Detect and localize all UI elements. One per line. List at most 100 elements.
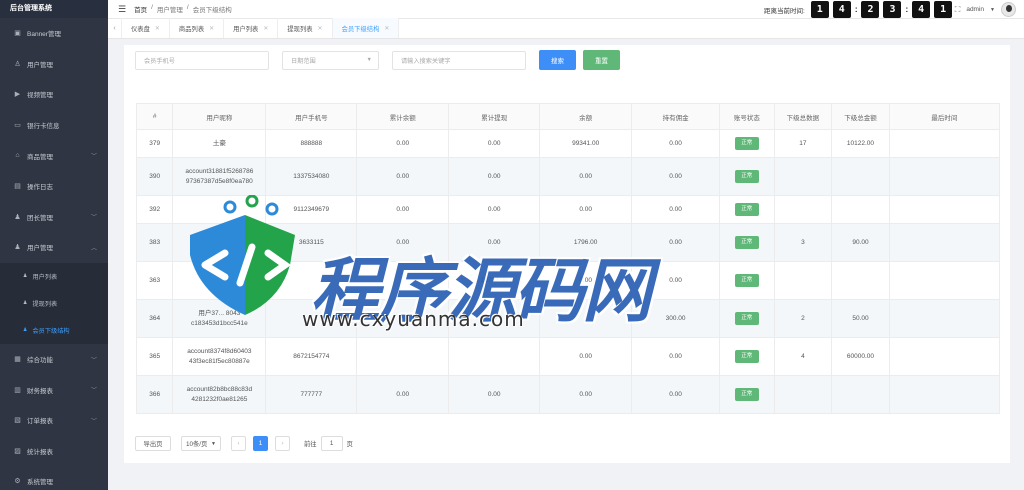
countdown: 距离当前时间: 1 4 : 2 3 : 4 1 (764, 1, 953, 18)
sidebar-item-label: 财务报表 (27, 387, 53, 395)
sidebar-item[interactable]: ♟ 团长管理 ﹀ (0, 202, 108, 233)
table-row[interactable]: 363 10733.00 0.00 0.00 正常 (135, 261, 1001, 300)
user-name[interactable]: admin (966, 6, 984, 13)
sidebar-item[interactable]: ▣ Banner管理 (0, 18, 108, 49)
search-button[interactable]: 搜索 (539, 50, 576, 70)
goto-page-input[interactable]: 1 (320, 436, 343, 451)
table-cell: 0.00 (448, 129, 541, 158)
person-icon: ♟ (23, 300, 28, 307)
table-cell (448, 337, 541, 376)
status-badge[interactable]: 正常 (734, 137, 759, 150)
sidebar-subitem[interactable]: ♟ 提现列表 (0, 289, 108, 317)
sidebar-item[interactable]: ▦ 综合功能 ﹀ (0, 344, 108, 375)
next-page-button[interactable]: › (275, 436, 290, 451)
tab[interactable]: 提现列表 ✕ (278, 18, 333, 38)
column-header: 持有佣金 (631, 103, 721, 130)
date-range-value: 日期范围 (291, 57, 316, 65)
table-cell: 50.00 (831, 299, 890, 338)
table-cell (831, 157, 890, 196)
reset-button[interactable]: 重置 (583, 50, 620, 70)
table-cell (888, 223, 1001, 262)
close-icon[interactable]: ✕ (209, 25, 214, 32)
user-icon: ♙ (14, 60, 21, 68)
keyword-input[interactable]: 请输入搜索关键字 (392, 50, 526, 70)
sidebar-item[interactable]: ▭ 银行卡信息 (0, 110, 108, 141)
gear-icon: ⚙ (14, 478, 21, 486)
close-icon[interactable]: ✕ (155, 25, 160, 32)
countdown-label: 距离当前时间: (764, 7, 805, 15)
column-header: 余额 (539, 103, 633, 130)
status-badge[interactable]: 正常 (734, 350, 759, 363)
sidebar-subitem[interactable]: ♟ 用户列表 (0, 262, 108, 290)
tab-label: 会员下级结构 (341, 25, 380, 33)
close-icon[interactable]: ✕ (263, 25, 268, 32)
status-badge[interactable]: 正常 (734, 203, 759, 216)
table-cell (888, 261, 1001, 300)
status-cell: 正常 (719, 129, 775, 158)
column-header: # (135, 103, 174, 130)
avatar[interactable] (1001, 2, 1016, 17)
page-size-select[interactable]: 10条/页 ▼ (181, 436, 221, 451)
table-cell (265, 299, 358, 338)
sidebar-item[interactable]: ♙ 用户管理 (0, 49, 108, 80)
sidebar-item[interactable]: ♟ 用户管理 ︿ (0, 232, 108, 263)
table-row[interactable]: 365 account8374f8d60403 43f3ec81f5ec80887… (135, 337, 1001, 376)
table-cell: 0.00 (631, 129, 721, 158)
status-badge[interactable]: 正常 (734, 170, 759, 183)
export-button[interactable]: 导出页 (135, 436, 171, 451)
tab-label: 提现列表 (287, 25, 313, 33)
sidebar-item[interactable]: ⌂ 商品管理 ﹀ (0, 140, 108, 171)
menu-toggle-icon[interactable]: ☰ (118, 4, 126, 15)
sidebar-item[interactable]: ▧ 订单报表 ﹀ (0, 405, 108, 436)
table-row[interactable]: 364 用户37... 8043 c183453d1bcc541e 300.00 正常… (135, 299, 1001, 338)
table-cell (356, 261, 450, 300)
breadcrumb-current: 会员下级结构 (192, 7, 232, 14)
sidebar-subitem-label: 用户列表 (32, 273, 58, 281)
table-cell: 392 (135, 195, 174, 224)
table-row[interactable]: 383 3633115 0.00 0.00 1796.00 0.00 正常 3 90.00 (135, 223, 1001, 262)
column-header: 下级总金额 (831, 103, 890, 130)
filter-bar: 会员手机号 日期范围 ▼ 请输入搜索关键字 搜索 重置 (135, 50, 620, 70)
tab[interactable]: 用户列表 ✕ (224, 18, 279, 38)
sidebar-item[interactable]: ▥ 财务报表 ﹀ (0, 374, 108, 405)
tab[interactable]: 商品列表 ✕ (170, 18, 225, 38)
table-row[interactable]: 379 土豪 888888 0.00 0.00 99341.00 0.00 正常 17 10122… (135, 129, 1001, 158)
breadcrumb-home[interactable]: 首页 (134, 4, 147, 14)
table-row[interactable]: 366 account82b8bc88c83d 4281232f0ae81265 7… (135, 375, 1001, 414)
doc-icon: ▤ (14, 183, 21, 191)
sidebar-item[interactable]: ▨ 统计报表 (0, 436, 108, 467)
status-badge[interactable]: 正常 (734, 312, 759, 325)
close-icon[interactable]: ✕ (318, 25, 323, 32)
breadcrumb-user-mgmt[interactable]: 用户管理 (157, 4, 183, 14)
card-icon: ▭ (14, 122, 21, 130)
page-size-value: 10条/页 (186, 441, 208, 448)
table-cell (172, 223, 267, 262)
table-cell (448, 299, 541, 338)
table-row[interactable]: 390 account31881f5268786 97367387d5e8f0ea… (135, 157, 1001, 196)
chevron-down-icon[interactable]: ▼ (990, 7, 995, 13)
sidebar-item[interactable]: ▶ 视频管理 (0, 79, 108, 110)
sidebar-item[interactable]: ▤ 操作日志 (0, 171, 108, 202)
status-badge[interactable]: 正常 (734, 388, 759, 401)
table-cell (888, 299, 1001, 338)
tab[interactable]: 会员下级结构 ✕ (332, 18, 400, 38)
countdown-digit: 4 (912, 1, 931, 18)
fullscreen-icon[interactable]: ⛶ (955, 5, 961, 15)
phone-search-input[interactable]: 会员手机号 (135, 50, 269, 70)
sidebar-subitem-label: 提现列表 (32, 300, 58, 308)
table-cell: 0.00 (356, 157, 450, 196)
tab[interactable]: 仪表盘 ✕ (122, 18, 170, 38)
date-range-select[interactable]: 日期范围 ▼ (282, 50, 379, 70)
status-badge[interactable]: 正常 (734, 236, 759, 249)
close-icon[interactable]: ✕ (384, 25, 389, 32)
table-row[interactable]: 392 9112349679 0.00 0.00 0.00 0.00 正常 (135, 195, 1001, 224)
tab-scroll-left-icon[interactable]: ‹ (108, 18, 122, 38)
sidebar-item[interactable]: ⚙ 系统管理 (0, 466, 108, 490)
sidebar-subitem[interactable]: ♟ 会员下级结构 (0, 316, 108, 344)
prev-page-button[interactable]: ‹ (231, 436, 246, 451)
current-page[interactable]: 1 (253, 436, 268, 451)
chevron-down-icon: ﹀ (90, 388, 97, 395)
pagination: 导出页 10条/页 ▼ ‹ 1 › 前往 1 页 (135, 436, 353, 451)
chevron-down-icon: ﹀ (90, 357, 97, 364)
status-badge[interactable]: 正常 (734, 274, 759, 287)
